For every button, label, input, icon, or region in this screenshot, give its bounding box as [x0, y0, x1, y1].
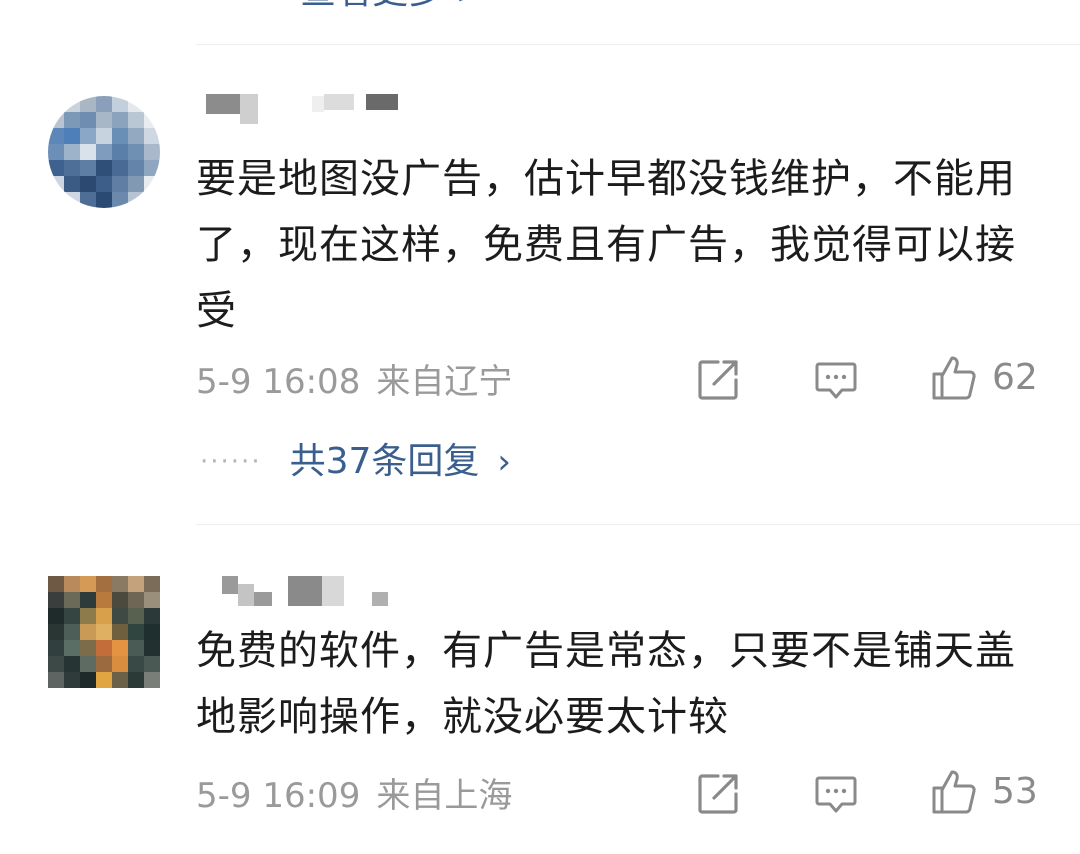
comment-location: 来自辽宁	[376, 362, 513, 402]
avatar[interactable]	[48, 96, 160, 208]
like-icon	[932, 770, 976, 814]
share-icon	[698, 774, 738, 814]
username-blurred[interactable]	[206, 94, 398, 128]
reply-button[interactable]	[814, 772, 858, 816]
comment-text: 要是地图没广告，估计早都没钱维护，不能用了，现在这样，免费且有广告，我觉得可以接…	[196, 156, 1016, 334]
comment-time: 5-9 16:09	[196, 776, 361, 816]
divider	[196, 524, 1080, 525]
comment-text: 免费的软件，有广告是常态，只要不是铺天盖地影响操作，就没必要太计较	[196, 628, 1016, 740]
like-button[interactable]: 62	[930, 354, 1038, 402]
share-button[interactable]	[696, 772, 740, 816]
replies-link[interactable]: 共37条回复	[290, 440, 480, 484]
comment-icon	[815, 362, 857, 399]
like-count: 53	[992, 771, 1038, 812]
username-blurred[interactable]	[222, 576, 388, 610]
comment-time: 5-9 16:08	[196, 362, 361, 402]
like-button[interactable]: 53	[930, 768, 1038, 816]
like-count: 62	[992, 357, 1038, 398]
comment-meta: 5-9 16:08 来自辽宁	[196, 362, 512, 402]
like-icon	[932, 356, 976, 400]
replies-dots: ······	[200, 447, 262, 477]
reply-button[interactable]	[814, 358, 858, 402]
share-icon	[698, 360, 738, 400]
share-button[interactable]	[696, 358, 740, 402]
comment-icon	[815, 776, 857, 813]
chevron-right-icon: ›	[497, 442, 512, 482]
comment-location: 来自上海	[376, 776, 513, 816]
avatar[interactable]	[48, 576, 160, 688]
comment-meta: 5-9 16:09 来自上海	[196, 776, 512, 816]
replies-row[interactable]: ······ 共37条回复 ›	[200, 440, 511, 484]
divider	[196, 44, 1080, 45]
view-more-link[interactable]: 查看更多 >	[300, 0, 486, 14]
